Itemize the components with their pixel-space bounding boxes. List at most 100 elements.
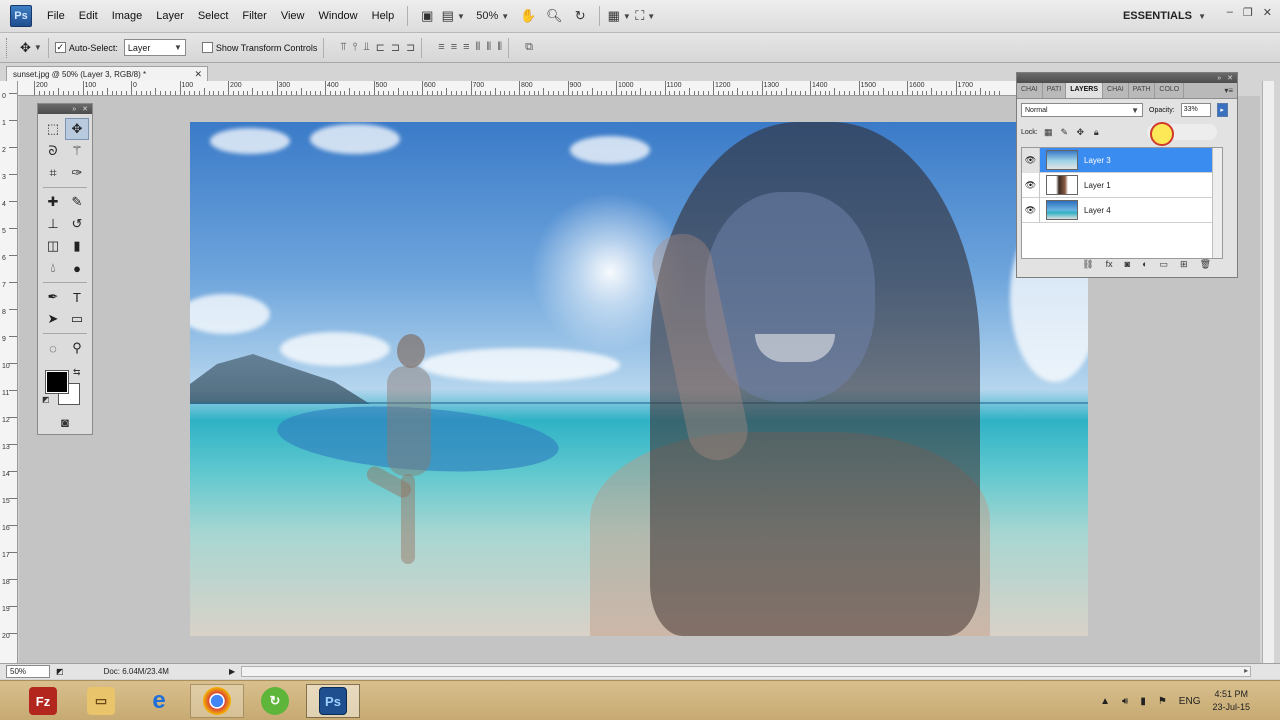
restore-icon[interactable]: ❐ <box>1243 6 1253 19</box>
magic-wand-tool-icon[interactable]: ⚚ <box>65 140 89 162</box>
auto-align-icon[interactable]: ⧉ <box>525 41 533 54</box>
marquee-tool-icon[interactable]: ⬚ <box>41 118 65 140</box>
view-extras-icon[interactable]: ▤ ▼ <box>442 7 465 25</box>
tab-layers[interactable]: LAYERS <box>1066 83 1104 98</box>
dodge-tool-icon[interactable]: ● <box>65 257 89 279</box>
type-tool-icon[interactable]: T <box>65 286 89 308</box>
lasso-tool-icon[interactable]: ᘐ <box>41 140 65 162</box>
collapse-icon[interactable]: » <box>72 106 76 113</box>
menu-help[interactable]: Help <box>365 10 402 22</box>
tab-channels[interactable]: CHAI <box>1017 83 1043 98</box>
taskbar-chrome[interactable] <box>190 684 244 718</box>
action-center-icon[interactable]: ⚑ <box>1158 696 1167 707</box>
layer-row[interactable]: 👁︎ Layer 4 <box>1022 197 1222 223</box>
distribute-vcenter-icon[interactable]: ≡ <box>451 41 457 54</box>
tab-channels-2[interactable]: CHAI <box>1103 83 1129 98</box>
default-colors-icon[interactable]: ◩ <box>42 395 50 404</box>
network-icon[interactable]: ▮ <box>1140 696 1146 707</box>
lock-transparency-icon[interactable]: ▦ <box>1043 127 1054 138</box>
visibility-eye-icon[interactable]: 👁︎ <box>1022 172 1040 198</box>
visibility-eye-icon[interactable]: 👁︎ <box>1022 147 1040 173</box>
distribute-bottom-icon[interactable]: ≡ <box>463 41 469 54</box>
distribute-right-icon[interactable]: ⦀ <box>497 41 502 54</box>
menu-file[interactable]: File <box>40 10 72 22</box>
menu-image[interactable]: Image <box>105 10 150 22</box>
options-grip[interactable] <box>6 37 10 58</box>
vertical-scrollbar[interactable] <box>1262 81 1274 663</box>
distribute-top-icon[interactable]: ≡ <box>438 41 444 54</box>
align-bottom-icon[interactable]: ⫫ <box>363 41 369 54</box>
taskbar-filezilla[interactable]: Fz <box>16 684 70 718</box>
close-icon[interactable]: ✕ <box>82 105 88 113</box>
arrange-documents-icon[interactable]: ▦ ▼ <box>608 7 631 25</box>
brush-tool-icon[interactable]: ✎ <box>65 191 89 213</box>
layers-scrollbar[interactable] <box>1212 148 1222 258</box>
taskbar-photoshop[interactable]: Ps <box>306 684 360 718</box>
clock[interactable]: 4:51 PM 23-Jul-15 <box>1212 688 1250 714</box>
rotate-view-icon[interactable]: ↻ <box>570 7 590 25</box>
align-vcenter-icon[interactable]: ⫯ <box>353 41 358 54</box>
layer-row[interactable]: 👁︎ Layer 1 <box>1022 172 1222 198</box>
distribute-left-icon[interactable]: ⦀ <box>476 41 481 54</box>
document-image[interactable] <box>190 122 1088 636</box>
tab-paths[interactable]: PATI <box>1043 83 1067 98</box>
menu-edit[interactable]: Edit <box>72 10 105 22</box>
menu-filter[interactable]: Filter <box>235 10 273 22</box>
path-selection-tool-icon[interactable]: ➤ <box>41 308 65 330</box>
distribute-hcenter-icon[interactable]: ⦀ <box>486 41 491 54</box>
close-icon[interactable]: ✕ <box>1227 74 1233 82</box>
healing-brush-tool-icon[interactable]: ✚ <box>41 191 65 213</box>
zoom-level-select[interactable]: 50% ▼ <box>476 10 509 22</box>
move-tool-icon[interactable]: ✥ <box>65 118 89 140</box>
auto-select-toggle[interactable]: ✓ Auto-Select: <box>54 42 118 53</box>
zoom-tool-icon[interactable]: ⚲ <box>65 337 89 359</box>
tool-preset-picker[interactable]: ✥ ▼ <box>20 40 42 56</box>
workspace-switcher[interactable]: ESSENTIALS ▼ <box>1123 10 1206 22</box>
taskbar-internet-explorer[interactable]: e <box>132 684 186 718</box>
screen-mode-icon[interactable]: ⛶ ▼ <box>635 7 655 25</box>
lock-image-icon[interactable]: ✎ <box>1059 127 1070 138</box>
panel-menu-icon[interactable]: ▾≡ <box>1220 83 1237 98</box>
scroll-right-icon[interactable]: ▸ <box>1244 666 1248 675</box>
shape-tool-icon[interactable]: ▭ <box>65 308 89 330</box>
link-layers-icon[interactable]: ⛓ <box>1082 259 1093 270</box>
status-zoom-input[interactable]: 50% <box>6 665 50 678</box>
collapse-icon[interactable]: » <box>1217 75 1221 82</box>
gradient-tool-icon[interactable]: ▮ <box>65 235 89 257</box>
quick-mask-icon[interactable]: ◙ <box>38 415 92 430</box>
show-transform-checkbox[interactable] <box>201 42 213 53</box>
menu-view[interactable]: View <box>274 10 312 22</box>
3d-rotate-tool-icon[interactable]: ◌ <box>41 337 65 359</box>
adjustment-layer-icon[interactable]: ◐ <box>1142 259 1147 269</box>
tab-paths-2[interactable]: PATH <box>1129 83 1156 98</box>
visibility-eye-icon[interactable]: 👁︎ <box>1022 197 1040 223</box>
menu-layer[interactable]: Layer <box>149 10 191 22</box>
show-transform-toggle[interactable]: Show Transform Controls <box>201 42 317 53</box>
hand-tool-icon[interactable]: ✋ <box>518 7 538 25</box>
input-language[interactable]: ENG <box>1179 696 1201 707</box>
align-hcenter-icon[interactable]: ⊐ <box>391 41 400 54</box>
lock-position-icon[interactable]: ✥ <box>1075 127 1086 138</box>
tools-panel-header[interactable]: » ✕ <box>38 104 92 114</box>
blend-mode-select[interactable]: Normal ▼ <box>1021 103 1143 117</box>
zoom-tool-icon[interactable]: 🔍︎ <box>544 7 564 25</box>
auto-select-checkbox[interactable]: ✓ <box>54 42 66 53</box>
layer-row[interactable]: 👁︎ Layer 3 <box>1022 147 1222 173</box>
delete-layer-icon[interactable]: 🗑︎ <box>1200 259 1211 270</box>
pen-tool-icon[interactable]: ✒ <box>41 286 65 308</box>
layer-style-icon[interactable]: fx <box>1106 259 1113 269</box>
new-group-icon[interactable]: ▭ <box>1160 259 1169 270</box>
status-info-icon[interactable]: ◩ <box>56 667 64 676</box>
eraser-tool-icon[interactable]: ◫ <box>41 235 65 257</box>
close-icon[interactable]: ✕ <box>1263 6 1272 19</box>
taskbar-camtasia[interactable]: ↻ <box>248 684 302 718</box>
menu-select[interactable]: Select <box>191 10 236 22</box>
menu-window[interactable]: Window <box>312 10 365 22</box>
opacity-slider-button[interactable]: ▸ <box>1216 103 1228 117</box>
new-layer-icon[interactable]: ⊞ <box>1180 259 1188 270</box>
taskbar-file-explorer[interactable]: ▭ <box>74 684 128 718</box>
add-mask-icon[interactable]: ◙ <box>1125 259 1130 269</box>
ruler-vertical[interactable]: 0 1 2 3 4 5 6 7 8 9 10 11 12 13 14 15 16 17 18 19 20 <box>0 81 18 665</box>
minimize-icon[interactable]: – <box>1227 6 1233 19</box>
align-top-icon[interactable]: ⫪ <box>340 41 346 54</box>
